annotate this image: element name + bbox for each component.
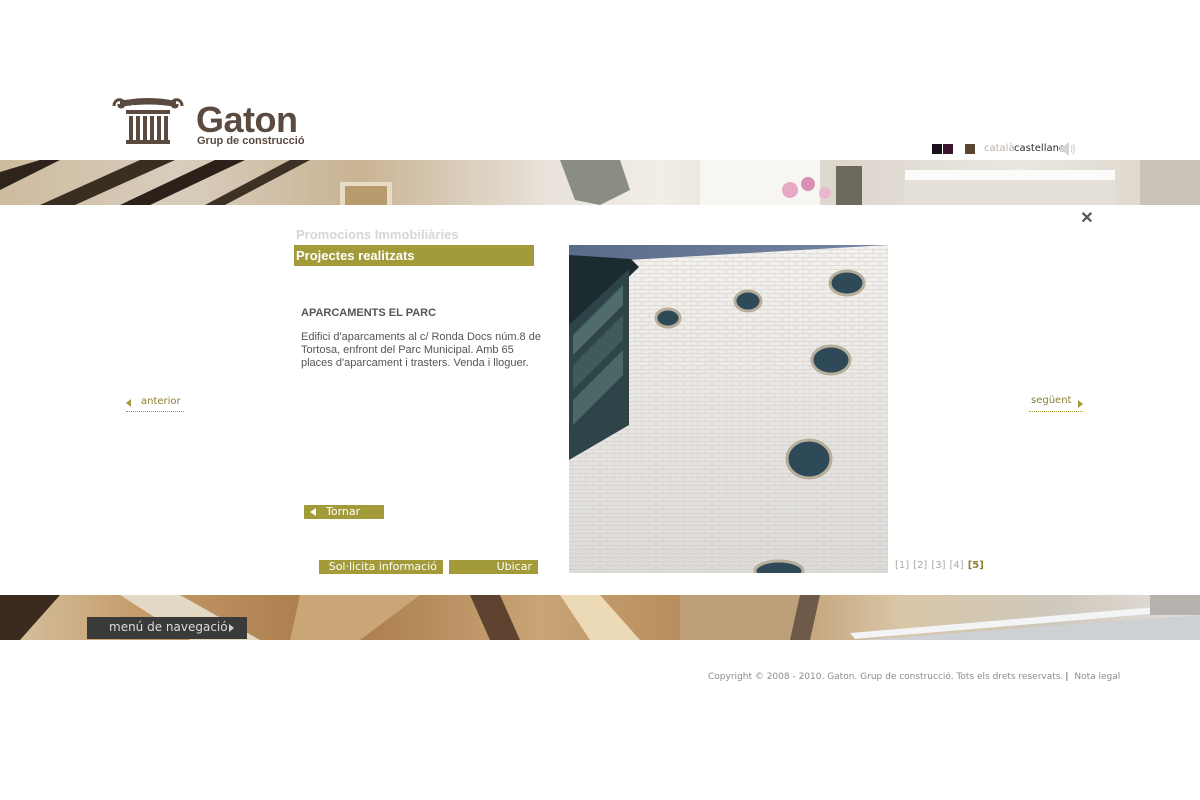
brand-name: Gaton — [196, 99, 298, 140]
page-link-1[interactable]: [1] — [895, 560, 909, 571]
header-banner-image — [0, 160, 1200, 205]
next-label: següent — [1031, 395, 1072, 406]
section-promotions[interactable]: Promocions Immobiliàries — [296, 227, 459, 243]
back-button[interactable]: Tornar — [304, 505, 384, 519]
legal-notice-link[interactable]: Nota legal — [1074, 672, 1120, 682]
back-arrow-icon — [310, 508, 316, 516]
section-completed-label: Projectes realitzats — [296, 248, 415, 263]
project-title: APARCAMENTS EL PARC — [301, 307, 437, 319]
navigation-menu-label: menú de navegació — [109, 620, 228, 634]
page-link-2[interactable]: [2] — [913, 560, 927, 571]
page-link-4[interactable]: [4] — [950, 560, 964, 571]
request-info-label: Sol·licita informació — [328, 560, 437, 573]
language-catala[interactable]: català — [984, 143, 1015, 155]
close-icon[interactable]: ✕ — [1080, 211, 1094, 227]
locate-button[interactable]: Ubicar — [449, 560, 538, 574]
speaker-icon[interactable] — [1058, 141, 1076, 157]
previous-label: anterior — [141, 396, 181, 407]
color-swatch-2[interactable] — [943, 144, 953, 154]
copyright-text: Copyright © 2008 - 2010. Gaton. Grup de … — [708, 672, 1064, 682]
color-swatch-1[interactable] — [932, 144, 942, 154]
page-link-3[interactable]: [3] — [931, 560, 945, 571]
navigation-menu-button[interactable]: menú de navegació — [87, 617, 247, 639]
next-link[interactable]: següent — [1029, 395, 1083, 412]
chevron-left-icon — [126, 399, 131, 407]
footer-separator: | — [1065, 672, 1069, 682]
brand-tagline: Grup de construcció — [197, 135, 305, 147]
chevron-right-icon — [1078, 400, 1083, 408]
color-swatch-3[interactable] — [965, 144, 975, 154]
footer: Copyright © 2008 - 2010. Gaton. Grup de … — [708, 671, 1120, 683]
section-completed-projects[interactable]: Projectes realitzats — [294, 245, 534, 266]
chevron-right-icon — [229, 624, 234, 632]
project-description: Edifici d'aparcaments al c/ Ronda Docs n… — [301, 331, 541, 369]
back-button-label: Tornar — [326, 505, 361, 518]
gallery-pagination: [1] [2] [3] [4] [5] — [895, 560, 988, 572]
project-photo — [569, 245, 888, 573]
page-link-5[interactable]: [5] — [968, 560, 984, 571]
request-info-button[interactable]: Sol·licita informació — [319, 560, 443, 574]
locate-label: Ubicar — [496, 560, 532, 573]
logo-column-icon — [110, 96, 186, 146]
previous-link[interactable]: anterior — [126, 396, 184, 412]
